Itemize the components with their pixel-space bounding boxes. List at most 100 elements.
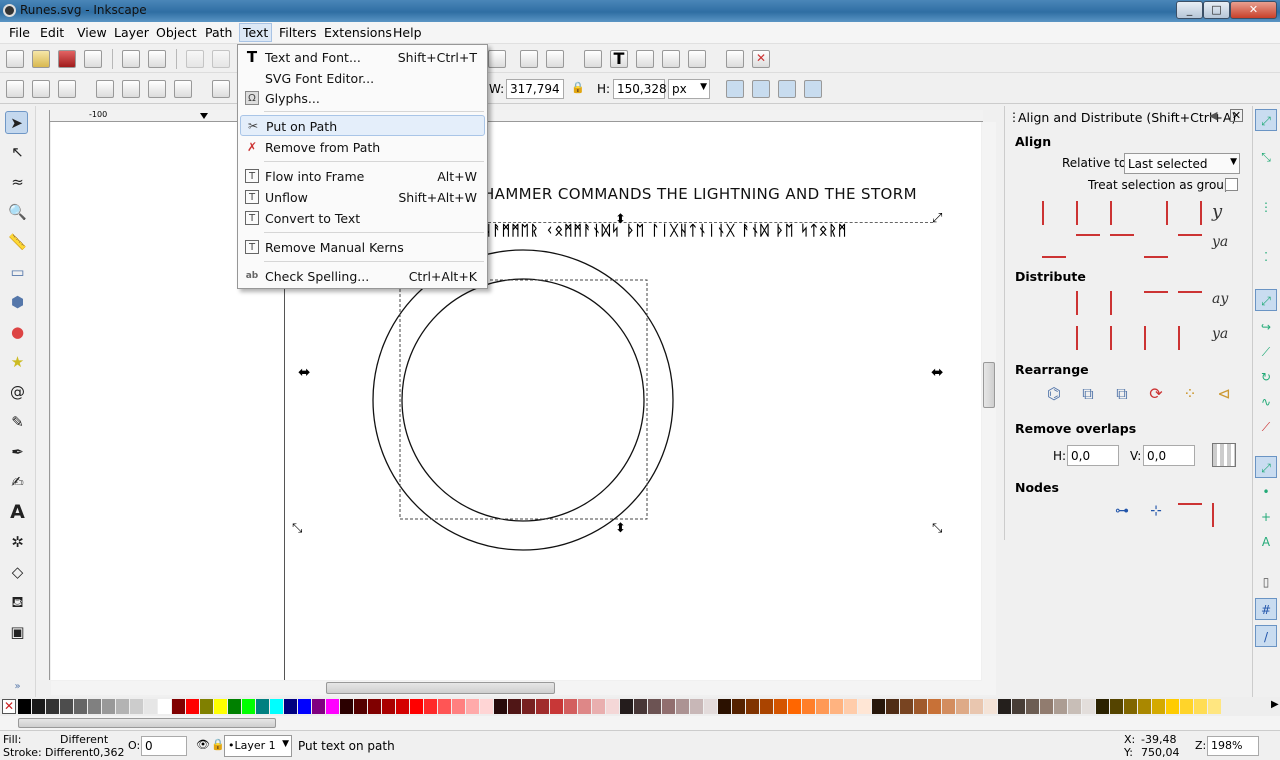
menu-item-svg-font-editor[interactable]: SVG Font Editor...	[240, 68, 485, 89]
palette-swatch[interactable]	[312, 699, 325, 714]
panel-close-icon[interactable]: ✕	[1230, 109, 1243, 122]
palette-swatch[interactable]	[1068, 699, 1081, 714]
distribute-nodes-v-icon[interactable]	[1212, 503, 1236, 527]
unclump-icon[interactable]: ⌬	[1042, 384, 1066, 408]
select-all-layers-icon[interactable]	[32, 80, 50, 98]
horizontal-scroll-thumb[interactable]	[326, 682, 555, 694]
palette-scroll-thumb[interactable]	[18, 718, 276, 728]
palette-swatch[interactable]	[648, 699, 661, 714]
palette-swatch[interactable]	[214, 699, 227, 714]
raise-to-top-icon[interactable]	[212, 80, 230, 98]
stroke-width-value[interactable]: 0,362	[93, 746, 125, 759]
zoom-input[interactable]: 198%	[1207, 736, 1259, 756]
palette-swatch[interactable]	[424, 699, 437, 714]
align-nodes-vertical-icon[interactable]: ⊹	[1144, 503, 1168, 527]
palette-swatch[interactable]	[284, 699, 297, 714]
align-text-anchors-icon[interactable]: y	[1212, 201, 1236, 225]
overlap-v-input[interactable]: 0,0	[1143, 445, 1195, 466]
menu-extensions[interactable]: Extensions	[324, 25, 392, 40]
fill-value[interactable]: Different	[60, 733, 108, 746]
stroke-value[interactable]: Different	[45, 746, 93, 759]
palette-swatch[interactable]	[186, 699, 199, 714]
flip-vertical-icon[interactable]	[174, 80, 192, 98]
snap-cusp-nodes-icon[interactable]: ↻	[1255, 366, 1277, 388]
palette-swatch[interactable]	[830, 699, 843, 714]
palette-swatch[interactable]	[1110, 699, 1123, 714]
menu-item-glyphs[interactable]: Ω Glyphs...	[240, 88, 485, 109]
align-distribute-icon[interactable]	[688, 50, 706, 68]
palette-swatch[interactable]	[760, 699, 773, 714]
move-patterns-icon[interactable]	[804, 80, 822, 98]
menu-item-check-spelling[interactable]: ab Check Spelling... Ctrl+Alt+K	[240, 266, 485, 287]
palette-swatch[interactable]	[718, 699, 731, 714]
snap-bbox-icon[interactable]: ⤡	[1255, 146, 1277, 168]
palette-swatch[interactable]	[802, 699, 815, 714]
palette-swatch[interactable]	[522, 699, 535, 714]
palette-swatch[interactable]	[46, 699, 59, 714]
snap-rotation-centers-icon[interactable]: +	[1255, 506, 1277, 528]
remove-overlaps-icon[interactable]	[1212, 443, 1236, 467]
menu-item-put-on-path[interactable]: ✂ Put on Path	[240, 115, 485, 136]
palette-swatch[interactable]	[32, 699, 45, 714]
pen-tool-icon[interactable]: ✒	[6, 441, 29, 464]
distribute-anchors-v-icon[interactable]: ya	[1212, 326, 1236, 350]
palette-swatch[interactable]	[1012, 699, 1025, 714]
node-tool-icon[interactable]: ↖	[6, 141, 29, 164]
move-gradients-icon[interactable]	[778, 80, 796, 98]
palette-swatch[interactable]	[438, 699, 451, 714]
zoom-selection-icon[interactable]	[520, 50, 538, 68]
arrange-grid-icon[interactable]: ⁘	[1178, 384, 1202, 408]
calligraphy-tool-icon[interactable]: ✍	[6, 471, 29, 494]
outer-circle[interactable]	[372, 249, 674, 551]
maximize-button[interactable]: □	[1203, 1, 1230, 19]
palette-swatch[interactable]	[774, 699, 787, 714]
snap-guides-icon[interactable]: /	[1255, 625, 1277, 647]
center-vertical-axis-icon[interactable]	[1110, 201, 1134, 225]
palette-swatch[interactable]	[382, 699, 395, 714]
distribute-left-edges-icon[interactable]	[1076, 291, 1100, 315]
palette-swatch[interactable]	[844, 699, 857, 714]
star-tool-icon[interactable]: ★	[6, 351, 29, 374]
menu-item-flow-into-frame[interactable]: T Flow into Frame Alt+W	[240, 166, 485, 187]
scale-handle-left[interactable]: ⬌	[298, 363, 311, 381]
print-icon[interactable]	[84, 50, 102, 68]
exchange-positions-icon[interactable]: ⧉	[1076, 384, 1100, 408]
snap-grids-icon[interactable]: #	[1255, 598, 1277, 620]
no-paint-swatch-icon[interactable]: ✕	[2, 699, 16, 714]
selector-tool-icon[interactable]: ➤	[5, 111, 28, 134]
paste-icon[interactable]	[488, 50, 506, 68]
xml-editor-icon[interactable]	[636, 50, 654, 68]
lock-icon[interactable]: 🔒	[571, 81, 585, 94]
palette-swatch[interactable]	[676, 699, 689, 714]
horizontal-scrollbar[interactable]	[51, 681, 996, 695]
rotate-cw-icon[interactable]	[122, 80, 140, 98]
palette-swatch[interactable]	[704, 699, 717, 714]
paint-bucket-tool-icon[interactable]: ⛾	[6, 591, 29, 614]
select-all-icon[interactable]	[6, 80, 24, 98]
scale-handle-bottom-right[interactable]: ⤡	[932, 521, 943, 536]
align-left-edges-icon[interactable]	[1076, 201, 1100, 225]
rectangle-tool-icon[interactable]: ▭	[6, 261, 29, 284]
scale-corners-icon[interactable]	[752, 80, 770, 98]
palette-swatch[interactable]	[60, 699, 73, 714]
palette-swatch[interactable]	[550, 699, 563, 714]
flip-horizontal-icon[interactable]	[148, 80, 166, 98]
palette-swatch[interactable]	[200, 699, 213, 714]
menu-help[interactable]: Help	[393, 25, 422, 40]
palette-swatch[interactable]	[914, 699, 927, 714]
palette-swatch[interactable]	[130, 699, 143, 714]
inner-circle[interactable]	[401, 278, 645, 522]
palette-swatch[interactable]	[354, 699, 367, 714]
palette-swatch[interactable]	[144, 699, 157, 714]
spiral-tool-icon[interactable]: @	[6, 381, 29, 404]
distribute-right-edges-icon[interactable]	[1144, 291, 1168, 315]
palette-swatch[interactable]	[326, 699, 339, 714]
distribute-nodes-h-icon[interactable]	[1178, 503, 1202, 527]
palette-swatch[interactable]	[970, 699, 983, 714]
palette-swatch[interactable]	[746, 699, 759, 714]
menu-object[interactable]: Object	[156, 25, 197, 40]
palette-swatch[interactable]	[396, 699, 409, 714]
unit-select[interactable]: px ▼	[668, 79, 710, 99]
palette-swatch[interactable]	[102, 699, 115, 714]
menu-item-remove-from-path[interactable]: ✗ Remove from Path	[240, 137, 485, 158]
